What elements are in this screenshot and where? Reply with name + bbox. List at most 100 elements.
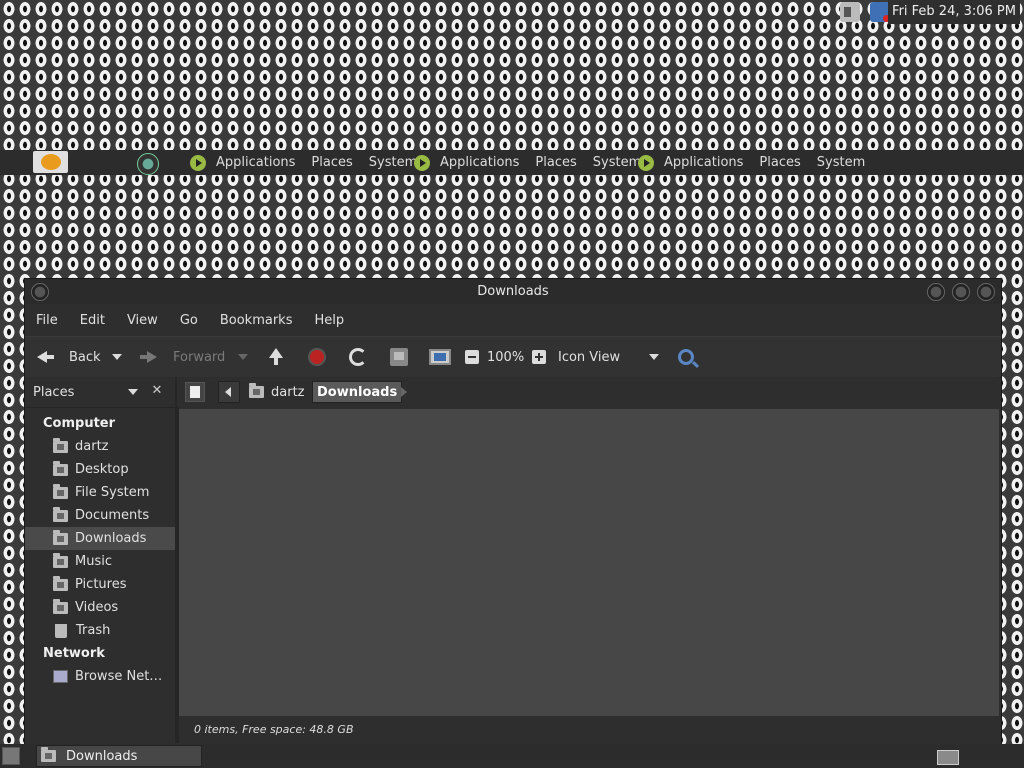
- places-label: Places: [33, 384, 75, 400]
- system-menu[interactable]: System: [817, 155, 865, 170]
- middle-panel: Applications Places System Applications …: [0, 150, 1024, 175]
- chevron-down-icon: [238, 354, 248, 360]
- up-button[interactable]: [267, 337, 285, 377]
- sidebar-item-label: File System: [75, 485, 150, 500]
- window-menu-icon[interactable]: [31, 283, 49, 301]
- trash-icon: [55, 623, 67, 638]
- sidebar-item-pictures[interactable]: Pictures: [25, 573, 175, 596]
- sidebar-item-videos[interactable]: Videos: [25, 596, 175, 619]
- back-arrow-icon: [36, 348, 54, 366]
- logo-icon[interactable]: [33, 151, 68, 173]
- back-label: Back: [69, 349, 101, 365]
- titlebar[interactable]: Downloads: [25, 279, 1001, 304]
- menu-go[interactable]: Go: [180, 313, 198, 328]
- sidebar-item-label: Trash: [76, 623, 111, 638]
- network-icon[interactable]: [870, 2, 890, 22]
- applications-menu[interactable]: Applications: [216, 155, 295, 170]
- file-manager-window: Downloads File Edit View Go Bookmarks He…: [24, 278, 1002, 746]
- section-computer: Computer: [43, 416, 116, 431]
- forward-arrow-icon: [140, 348, 158, 366]
- menu-group: Applications Places System: [190, 150, 433, 175]
- system-menu[interactable]: System: [369, 155, 417, 170]
- sidebar-item-label: Downloads: [75, 531, 147, 546]
- sidebar-item-music[interactable]: Music: [25, 550, 175, 573]
- reload-icon: [349, 348, 367, 366]
- folder-icon: [53, 552, 68, 568]
- view-mode-select[interactable]: Icon View: [558, 337, 660, 377]
- zoom-level[interactable]: 100%: [487, 337, 524, 377]
- launcher-icon[interactable]: [137, 153, 159, 175]
- show-desktop-icon[interactable]: [2, 747, 20, 765]
- breadcrumb-current[interactable]: Downloads: [312, 381, 403, 403]
- menu-arrow-icon: [190, 154, 206, 171]
- location-edit-icon[interactable]: [185, 382, 205, 402]
- menu-arrow-icon: [414, 154, 430, 171]
- home-folder-icon: [390, 348, 408, 366]
- menu-edit[interactable]: Edit: [80, 313, 105, 328]
- folder-icon: [41, 747, 56, 762]
- stop-button[interactable]: [308, 337, 326, 377]
- sidebar-item-label: Videos: [75, 600, 119, 615]
- places-menu[interactable]: Places: [311, 155, 352, 170]
- sidebar-item-dartz[interactable]: dartz: [25, 435, 175, 458]
- close-sidebar-icon[interactable]: ✕: [150, 384, 164, 398]
- breadcrumb-home[interactable]: dartz: [245, 381, 308, 403]
- status-bar: 0 items, Free space: 48.8 GB: [179, 716, 999, 744]
- search-button[interactable]: [678, 337, 694, 377]
- home-folder-icon: [53, 437, 68, 453]
- zoom-out-button[interactable]: [465, 337, 479, 377]
- places-selector[interactable]: Places ✕: [25, 377, 175, 408]
- sidebar-item-label: Desktop: [75, 462, 129, 477]
- menubar: File Edit View Go Bookmarks Help: [25, 304, 1001, 336]
- search-icon: [678, 349, 694, 365]
- minimize-icon[interactable]: [927, 283, 945, 301]
- sidebar-item-browse-network[interactable]: Browse Net…: [25, 665, 175, 688]
- up-arrow-icon: [267, 348, 285, 366]
- path-scroll-right-icon[interactable]: [401, 387, 407, 397]
- zoom-in-button[interactable]: [532, 337, 546, 377]
- close-icon[interactable]: [977, 283, 995, 301]
- forward-button[interactable]: Forward: [140, 337, 225, 377]
- stop-icon: [308, 348, 326, 366]
- menu-bookmarks[interactable]: Bookmarks: [220, 313, 293, 328]
- clock[interactable]: Fri Feb 24, 3:06 PM: [888, 0, 1020, 24]
- sidebar-item-label: Pictures: [75, 577, 127, 592]
- sidebar-item-desktop[interactable]: Desktop: [25, 458, 175, 481]
- menu-group: Applications Places System: [414, 150, 657, 175]
- taskbar-item-downloads[interactable]: Downloads: [36, 745, 202, 767]
- chevron-down-icon: [128, 389, 138, 395]
- sidebar-item-label: Browse Net…: [75, 669, 163, 684]
- path-scroll-left-button[interactable]: [218, 381, 240, 403]
- folder-icon: [53, 506, 68, 522]
- file-view-area[interactable]: [179, 409, 999, 716]
- sidebar-item-label: Music: [75, 554, 112, 569]
- sidebar-item-trash[interactable]: Trash: [25, 619, 175, 642]
- chevron-down-icon: [649, 354, 660, 360]
- menu-file[interactable]: File: [36, 313, 58, 328]
- computer-button[interactable]: [429, 337, 451, 377]
- home-button[interactable]: [390, 337, 408, 377]
- maximize-icon[interactable]: [952, 283, 970, 301]
- window-title: Downloads: [477, 284, 549, 299]
- menu-help[interactable]: Help: [314, 313, 344, 328]
- sidebar-item-downloads[interactable]: Downloads: [25, 527, 175, 550]
- forward-label: Forward: [173, 349, 226, 365]
- sidebar: Places ✕ Computer dartz Desktop File Sys…: [25, 377, 175, 743]
- sidebar-item-documents[interactable]: Documents: [25, 504, 175, 527]
- back-button[interactable]: Back: [36, 337, 101, 377]
- forward-history-dropdown[interactable]: [238, 337, 248, 377]
- places-menu[interactable]: Places: [759, 155, 800, 170]
- folder-icon: [53, 575, 68, 591]
- places-menu[interactable]: Places: [535, 155, 576, 170]
- volume-icon[interactable]: [840, 2, 860, 22]
- menu-view[interactable]: View: [127, 313, 158, 328]
- folder-icon: [53, 598, 68, 614]
- workspace-switcher[interactable]: [937, 750, 959, 765]
- folder-icon: [53, 529, 68, 545]
- reload-button[interactable]: [349, 337, 367, 377]
- applications-menu[interactable]: Applications: [664, 155, 743, 170]
- sidebar-item-file-system[interactable]: File System: [25, 481, 175, 504]
- system-menu[interactable]: System: [593, 155, 641, 170]
- back-history-dropdown[interactable]: [112, 337, 122, 377]
- applications-menu[interactable]: Applications: [440, 155, 519, 170]
